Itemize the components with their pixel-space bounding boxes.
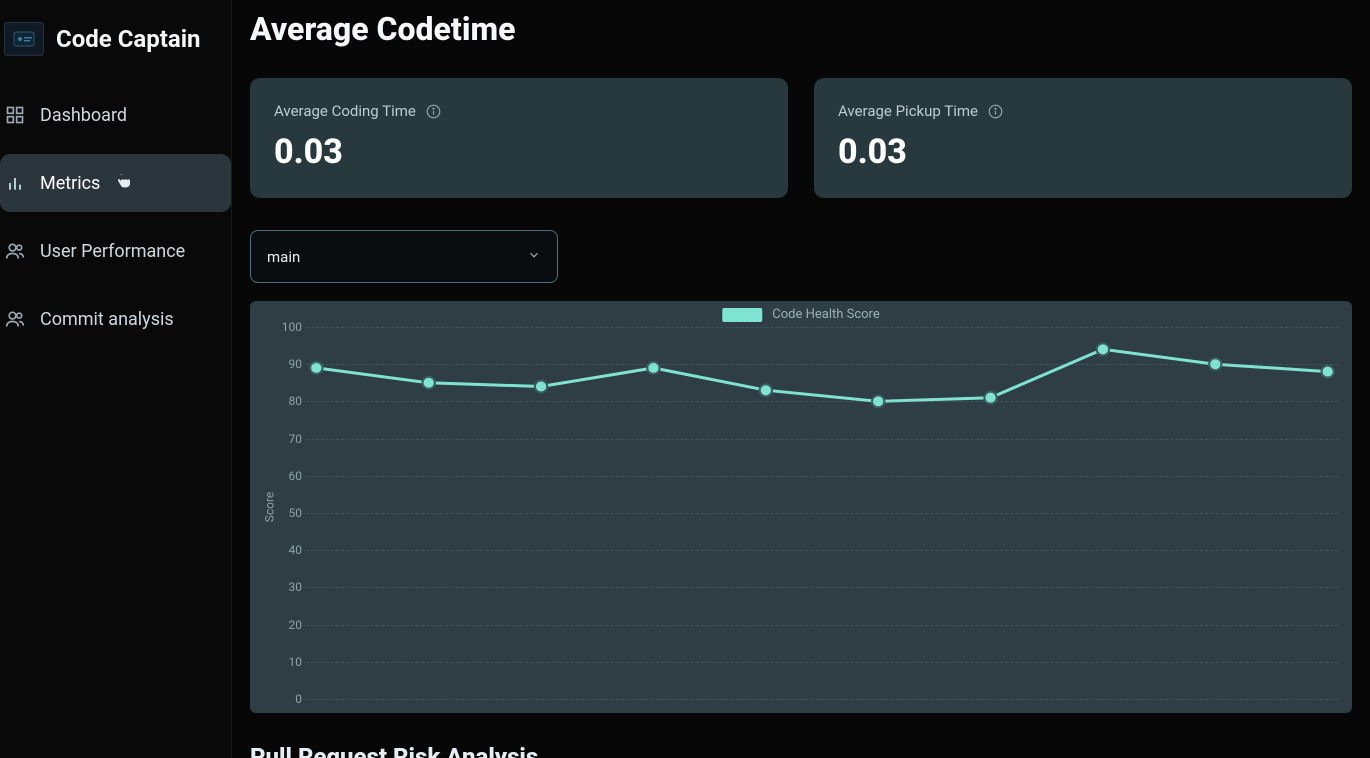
gridline <box>306 476 1338 477</box>
chart-point <box>535 381 547 393</box>
y-tick: 90 <box>274 357 302 371</box>
logo-icon <box>12 29 36 49</box>
y-tick: 50 <box>274 506 302 520</box>
card-value: 0.03 <box>274 132 764 172</box>
gridline <box>306 699 1338 700</box>
y-tick: 20 <box>274 618 302 632</box>
gridline <box>306 327 1338 328</box>
main-content: Average Codetime Average Coding Time 0.0… <box>232 0 1370 758</box>
users-icon <box>4 240 26 262</box>
card-label: Average Coding Time <box>274 102 416 120</box>
sidebar-item-label: Commit analysis <box>40 309 174 330</box>
bar-chart-icon <box>4 172 26 194</box>
gridline <box>306 401 1338 402</box>
card-label: Average Pickup Time <box>838 102 978 120</box>
sidebar-item-user-performance[interactable]: User Performance <box>0 222 231 280</box>
card-value: 0.03 <box>838 132 1328 172</box>
stat-cards: Average Coding Time 0.03 Average Pickup … <box>250 78 1352 198</box>
chart-point <box>1321 366 1333 378</box>
page-title: Average Codetime <box>250 10 1352 48</box>
branch-select-value: main <box>267 248 300 266</box>
users-icon <box>4 308 26 330</box>
gridline <box>306 513 1338 514</box>
gridline <box>306 550 1338 551</box>
gridline <box>306 662 1338 663</box>
brand-logo <box>4 22 44 56</box>
gridline <box>306 625 1338 626</box>
y-tick: 40 <box>274 543 302 557</box>
y-tick: 0 <box>274 692 302 706</box>
gridline <box>306 439 1338 440</box>
info-icon[interactable] <box>988 103 1004 119</box>
pointer-cursor-icon <box>116 173 130 193</box>
y-tick: 30 <box>274 580 302 594</box>
card-average-coding-time: Average Coding Time 0.03 <box>250 78 788 198</box>
chart-card: Code Health Score Score 1009080706050403… <box>250 301 1352 713</box>
y-tick: 10 <box>274 655 302 669</box>
legend-swatch <box>722 308 762 322</box>
sidebar-item-commit-analysis[interactable]: Commit analysis <box>0 290 231 348</box>
chart-point <box>423 377 435 389</box>
grid-icon <box>4 104 26 126</box>
brand-title: Code Captain <box>56 25 201 53</box>
branch-select[interactable]: main <box>250 230 558 283</box>
y-tick: 100 <box>274 320 302 334</box>
gridline <box>306 364 1338 365</box>
sidebar-item-label: User Performance <box>40 241 185 262</box>
info-icon[interactable] <box>426 103 442 119</box>
sidebar-item-label: Metrics <box>40 173 100 194</box>
chevron-down-icon <box>527 247 541 266</box>
legend-label: Code Health Score <box>772 307 879 322</box>
sidebar-item-metrics[interactable]: Metrics <box>0 154 231 212</box>
subheading-pull-request-risk: Pull Request Risk Analysis <box>250 743 1352 758</box>
brand-block: Code Captain <box>0 22 231 86</box>
sidebar: Code Captain Dashboard <box>0 0 232 758</box>
card-average-pickup-time: Average Pickup Time 0.03 <box>814 78 1352 198</box>
y-tick: 80 <box>274 394 302 408</box>
chart-point <box>760 384 772 396</box>
gridline <box>306 587 1338 588</box>
chart-point <box>1097 343 1109 355</box>
chart-legend: Code Health Score <box>722 307 879 322</box>
y-tick: 60 <box>274 469 302 483</box>
sidebar-nav: Dashboard Metrics <box>0 86 231 348</box>
sidebar-item-label: Dashboard <box>40 105 127 126</box>
y-tick: 70 <box>274 432 302 446</box>
sidebar-item-dashboard[interactable]: Dashboard <box>0 86 231 144</box>
